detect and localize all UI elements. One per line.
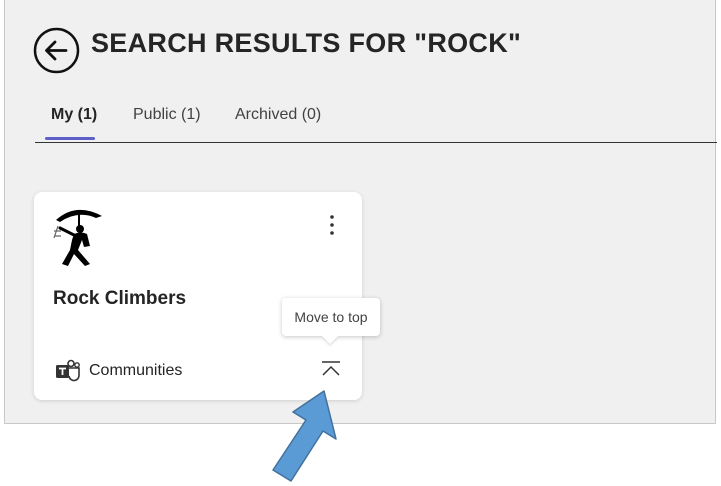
active-tab-indicator xyxy=(45,137,95,140)
page-title: SEARCH RESULTS FOR "ROCK" xyxy=(91,28,522,58)
community-name[interactable]: Rock Climbers xyxy=(53,288,186,310)
tab-archived[interactable]: Archived (0) xyxy=(235,106,321,138)
tab-my[interactable]: My (1) xyxy=(51,106,97,138)
move-to-top-icon[interactable] xyxy=(319,358,343,382)
tooltip-beak xyxy=(322,336,338,344)
callout-arrow xyxy=(272,390,337,482)
result-tabs: My (1) Public (1) Archived (0) xyxy=(39,100,721,144)
back-arrow-icon[interactable] xyxy=(33,27,80,74)
tab-public[interactable]: Public (1) xyxy=(133,106,201,138)
app-label: Communities xyxy=(89,362,183,379)
climber-umbrella-icon xyxy=(53,209,102,266)
tooltip-move-to-top: Move to top xyxy=(282,298,380,336)
teams-icon xyxy=(56,359,80,382)
tabs-divider xyxy=(35,142,717,143)
result-card-rock-climbers[interactable]: Rock Climbers Communities xyxy=(34,192,362,400)
more-vertical-icon[interactable] xyxy=(322,212,342,238)
